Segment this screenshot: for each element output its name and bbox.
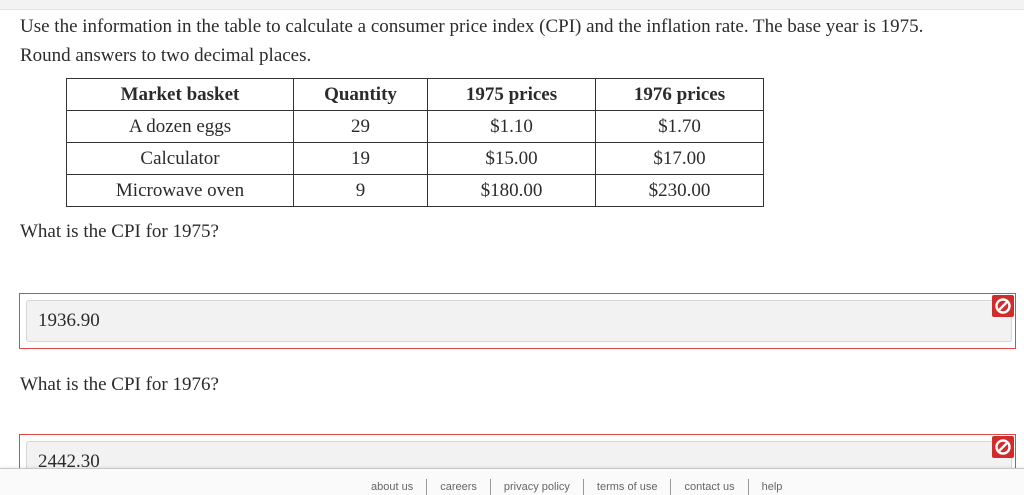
prompt-cpi-1975: What is the CPI for 1975?	[20, 221, 219, 242]
footer-links: about us careers privacy policy terms of…	[358, 479, 795, 495]
question-text: Use the information in the table to calc…	[20, 12, 1010, 70]
cpi-1975-input[interactable]: 1936.90	[26, 300, 1012, 342]
cell-1976-price: $17.00	[595, 142, 764, 175]
footer-link-careers[interactable]: careers	[426, 479, 490, 495]
prohibited-icon	[992, 436, 1014, 458]
cell-1976-price: $230.00	[595, 174, 764, 207]
prompt-cpi-1976: What is the CPI for 1976?	[20, 374, 219, 395]
cell-1976-price: $1.70	[595, 110, 764, 143]
cell-item: Microwave oven	[66, 174, 294, 207]
top-bar	[0, 0, 1024, 10]
cell-quantity: 9	[293, 174, 428, 207]
footer-link-privacy-policy[interactable]: privacy policy	[489, 479, 583, 495]
cell-1975-price: $1.10	[427, 110, 596, 143]
header-1976-prices: 1976 prices	[595, 78, 764, 111]
table-row: Calculator 19 $15.00 $17.00	[66, 142, 764, 175]
cell-item: A dozen eggs	[66, 110, 294, 143]
header-market-basket: Market basket	[66, 78, 294, 111]
cell-quantity: 29	[293, 110, 428, 143]
footer-link-terms-of-use[interactable]: terms of use	[582, 479, 671, 495]
footer-link-contact-us[interactable]: contact us	[670, 479, 747, 495]
answer-box-cpi-1975: 1936.90	[19, 293, 1016, 349]
cell-quantity: 19	[293, 142, 428, 175]
prohibited-icon	[992, 295, 1014, 317]
table-row: A dozen eggs 29 $1.10 $1.70	[66, 110, 764, 143]
header-1975-prices: 1975 prices	[427, 78, 596, 111]
footer-link-about-us[interactable]: about us	[358, 479, 426, 495]
question-line-1: Use the information in the table to calc…	[20, 16, 924, 37]
cell-1975-price: $180.00	[427, 174, 596, 207]
footer: about us careers privacy policy terms of…	[0, 468, 1024, 495]
header-quantity: Quantity	[293, 78, 428, 111]
question-line-2: Round answers to two decimal places.	[20, 45, 312, 66]
market-basket-table: Market basket Quantity 1975 prices 1976 …	[66, 78, 764, 207]
cell-1975-price: $15.00	[427, 142, 596, 175]
table-row: Microwave oven 9 $180.00 $230.00	[66, 174, 764, 207]
cell-item: Calculator	[66, 142, 294, 175]
table-header-row: Market basket Quantity 1975 prices 1976 …	[66, 78, 764, 111]
footer-link-help[interactable]: help	[747, 479, 796, 495]
